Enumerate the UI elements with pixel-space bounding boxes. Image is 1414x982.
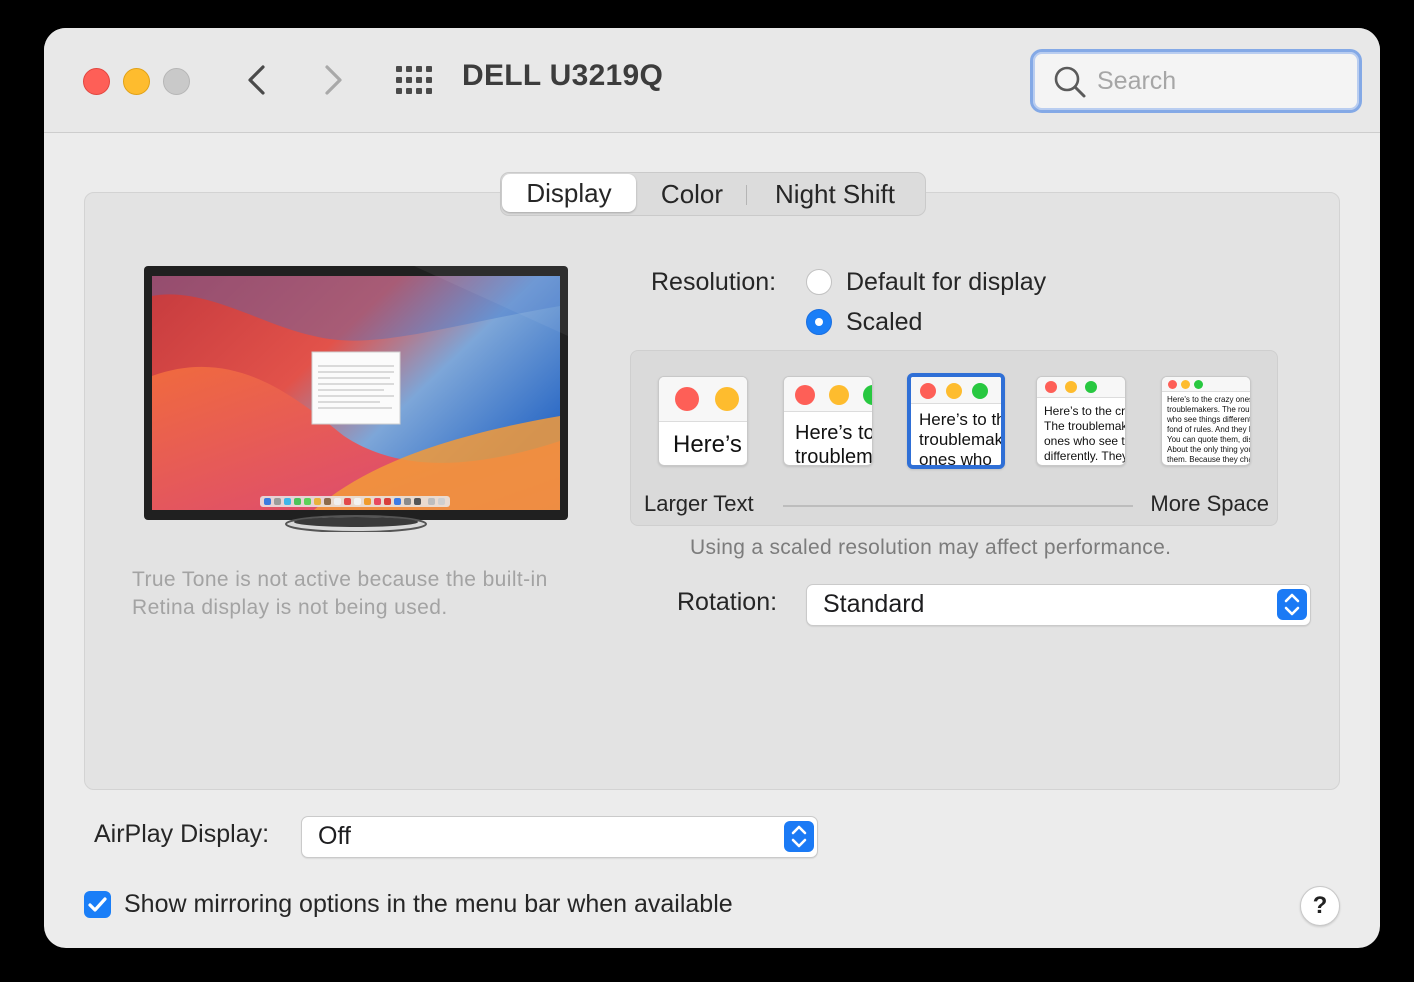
- more-space-label: More Space: [1150, 491, 1269, 516]
- performance-note: Using a scaled resolution may affect per…: [690, 536, 1172, 559]
- resolution-label: Resolution:: [651, 268, 777, 296]
- chevron-left-icon: [248, 65, 265, 95]
- default-for-display-radio[interactable]: [806, 269, 832, 295]
- checkmark-icon: [88, 897, 107, 912]
- show-all-button[interactable]: [396, 66, 432, 94]
- true-tone-note: True Tone is not active because the buil…: [132, 568, 548, 619]
- forward-button[interactable]: [312, 60, 352, 100]
- show-mirroring-label[interactable]: Show mirroring options in the menu bar w…: [124, 890, 733, 919]
- chevron-right-icon: [325, 65, 342, 95]
- scale-option-3-sample: Here’s to the troublemakers. The ones wh…: [919, 410, 1005, 469]
- tab-divider: [746, 185, 747, 205]
- scale-option-5-sample: Here's to the crazy ones. The misfits. T…: [1167, 395, 1251, 464]
- scale-option-4[interactable]: Here’s to the crazy ones. The troublemak…: [1036, 376, 1126, 466]
- airplay-display-popup[interactable]: Off: [301, 816, 818, 858]
- tab-display[interactable]: Display: [502, 174, 636, 212]
- grid-icon: [396, 66, 432, 94]
- scaled-label[interactable]: Scaled: [846, 308, 922, 337]
- tab-night-shift[interactable]: Night Shift: [751, 173, 919, 215]
- title-bar: DELL U3219Q: [44, 28, 1380, 133]
- scale-option-5[interactable]: Here's to the crazy ones. The misfits. T…: [1161, 376, 1251, 466]
- scale-option-2-sample: Here’s to the troublemakers: [795, 422, 873, 466]
- rotation-label: Rotation:: [677, 588, 778, 616]
- minimize-button[interactable]: [123, 68, 150, 95]
- rotation-value: Standard: [823, 590, 925, 618]
- search-icon: [1054, 66, 1086, 98]
- zoom-button[interactable]: [163, 68, 190, 95]
- help-button[interactable]: ?: [1300, 886, 1340, 926]
- scale-option-1-sample: Here’s: [673, 431, 742, 458]
- monitor-preview-image: [144, 266, 568, 532]
- search-input[interactable]: [1095, 62, 1349, 100]
- airplay-display-label: AirPlay Display:: [94, 820, 270, 848]
- popup-arrows-icon: [784, 821, 814, 852]
- popup-arrows-icon: [1277, 589, 1307, 620]
- system-preferences-window: DELL U3219Q Display Color Night Shift: [44, 28, 1380, 948]
- tab-color[interactable]: Color: [643, 173, 741, 215]
- show-mirroring-checkbox[interactable]: [84, 891, 111, 918]
- scale-option-3-selected[interactable]: Here’s to the troublemakers. The ones wh…: [907, 373, 1005, 469]
- default-for-display-label[interactable]: Default for display: [846, 268, 1046, 297]
- scale-option-1[interactable]: Here’s: [658, 376, 748, 466]
- scaled-radio[interactable]: [806, 309, 832, 335]
- search-field[interactable]: [1030, 49, 1362, 113]
- window-title: DELL U3219Q: [462, 59, 664, 92]
- rotation-popup[interactable]: Standard: [806, 584, 1311, 626]
- airplay-display-value: Off: [318, 822, 351, 850]
- scale-range-line: [783, 505, 1133, 507]
- close-button[interactable]: [83, 68, 110, 95]
- back-button[interactable]: [238, 60, 278, 100]
- tab-bar: Display Color Night Shift: [500, 172, 926, 216]
- scaled-resolution-picker: Here’s Here’s to the troublemakers Here’…: [630, 350, 1278, 526]
- scale-option-2[interactable]: Here’s to the troublemakers: [783, 376, 873, 466]
- larger-text-label: Larger Text: [644, 491, 754, 516]
- scale-option-4-sample: Here’s to the crazy ones. The troublemak…: [1044, 404, 1126, 465]
